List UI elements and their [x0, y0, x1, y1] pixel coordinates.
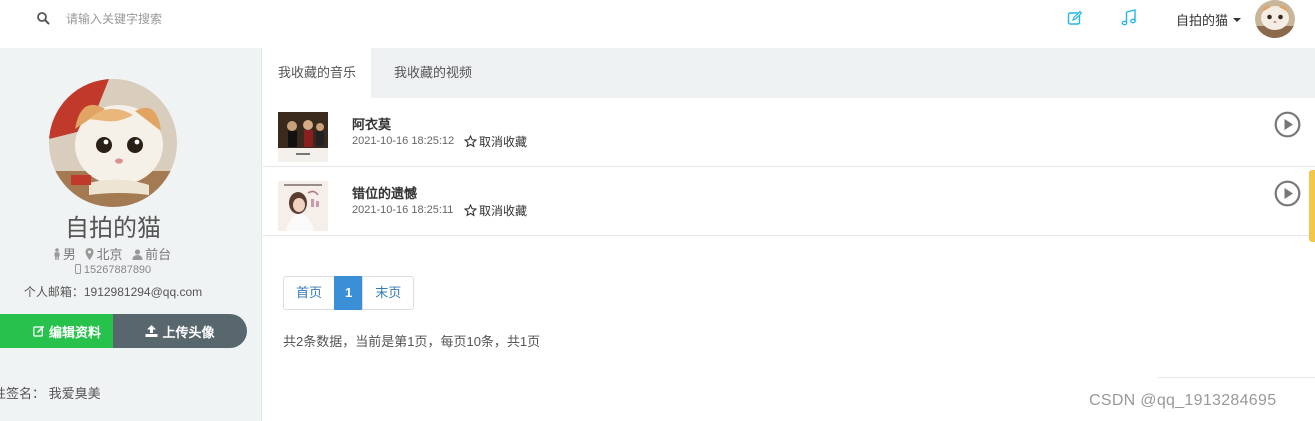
edit-icon[interactable]	[1067, 10, 1083, 26]
play-circle-icon[interactable]	[1274, 111, 1301, 138]
divider	[1158, 377, 1315, 378]
last-page-button[interactable]: 末页	[362, 276, 415, 310]
unfavorite-label: 取消收藏	[479, 204, 528, 218]
caret-down-icon	[1233, 18, 1242, 22]
album-cover[interactable]	[278, 112, 328, 162]
song-date: 2021-10-16 18:25:11	[352, 204, 454, 216]
email-line: 个人邮箱：1912981294@qq.com	[0, 283, 226, 300]
tab-favorite-videos[interactable]: 我收藏的视频	[379, 48, 487, 98]
music-icon[interactable]	[1121, 9, 1137, 26]
watermark: CSDN @qq_1913284695	[1089, 392, 1277, 409]
map-marker-icon	[85, 248, 94, 260]
profile-name: 自拍的猫	[65, 215, 161, 242]
email-label: 个人邮箱：	[23, 285, 84, 299]
upload-avatar-button[interactable]: 上传头像	[113, 314, 247, 348]
profile-sidebar: 自拍的猫 男 北京 前台 15267887890 个人邮箱：1912981294…	[0, 48, 262, 421]
user-menu-dropdown[interactable]: 自拍的猫	[1176, 10, 1242, 29]
mobile-icon	[74, 264, 81, 274]
song-title[interactable]: 错位的遗憾	[352, 183, 417, 202]
list-item: 阿衣莫 2021-10-16 18:25:12 取消收藏	[263, 98, 1315, 167]
unfavorite-button[interactable]: 取消收藏	[464, 133, 527, 150]
tab-favorite-music[interactable]: 我收藏的音乐	[263, 48, 372, 98]
profile-avatar[interactable]	[49, 79, 177, 207]
side-drawer-tab[interactable]	[1309, 170, 1315, 242]
user-icon	[132, 249, 143, 260]
search-input[interactable]	[60, 6, 320, 32]
song-title[interactable]: 阿衣莫	[352, 114, 391, 133]
phone-text: 15267887890	[83, 264, 152, 276]
male-icon	[54, 248, 60, 260]
role-text: 前台	[145, 247, 172, 262]
edit-profile-label: 编辑资料	[48, 324, 101, 340]
current-page-button[interactable]: 1	[334, 276, 364, 310]
pagination: 首页 1 末页	[283, 276, 415, 310]
unfavorite-button[interactable]: 取消收藏	[464, 202, 527, 219]
username-label: 自拍的猫	[1176, 13, 1229, 28]
city-text: 北京	[96, 247, 123, 262]
signature-label: 性签名：	[0, 386, 46, 401]
unfavorite-label: 取消收藏	[479, 135, 528, 149]
upload-avatar-label: 上传头像	[162, 324, 215, 340]
edit-icon	[33, 325, 45, 337]
gender-text: 男	[62, 247, 76, 262]
page-info: 共2条数据，当前是第1页，每页10条，共1页	[283, 334, 541, 349]
album-cover[interactable]	[278, 181, 328, 231]
avatar[interactable]	[1255, 0, 1295, 38]
edit-profile-button[interactable]: 编辑资料	[0, 314, 114, 348]
phone-line: 15267887890	[0, 264, 226, 276]
upload-icon	[145, 325, 158, 337]
signature-text: 我爱臭美	[48, 386, 101, 401]
top-navbar: 自拍的猫	[0, 0, 1315, 40]
signature-line: 性签名： 我爱臭美	[0, 383, 101, 402]
star-icon	[464, 135, 477, 148]
star-icon	[464, 204, 477, 217]
favorites-tabs: 我收藏的音乐 我收藏的视频	[263, 48, 1315, 98]
song-date: 2021-10-16 18:25:12	[352, 135, 455, 147]
search-icon[interactable]	[36, 11, 50, 25]
list-item: 错位的遗憾 2021-10-16 18:25:11 取消收藏	[263, 167, 1315, 236]
play-circle-icon[interactable]	[1274, 180, 1301, 207]
profile-meta: 男 北京 前台	[0, 244, 226, 263]
first-page-button[interactable]: 首页	[283, 276, 336, 310]
email-text: 1912981294@qq.com	[83, 285, 203, 299]
